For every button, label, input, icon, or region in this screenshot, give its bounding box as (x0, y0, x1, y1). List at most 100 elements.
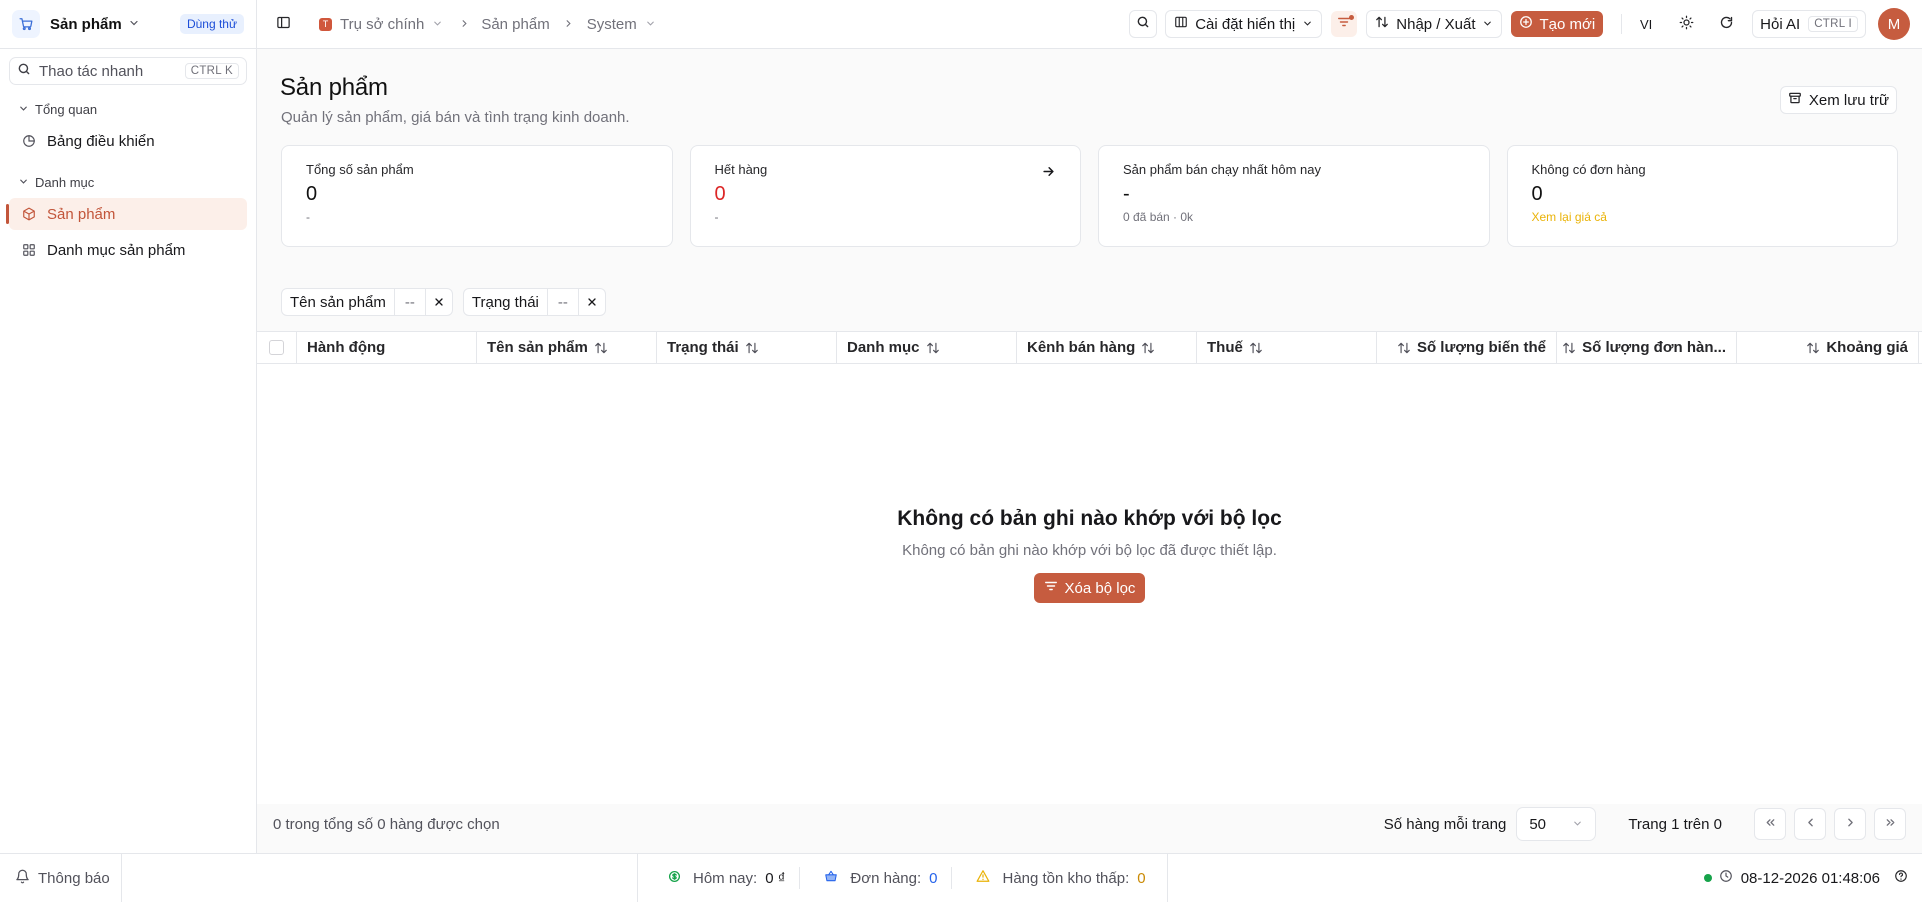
trial-badge[interactable]: Dùng thử (179, 14, 244, 34)
basket-icon (824, 869, 838, 887)
chevron-right-icon (563, 16, 574, 33)
breadcrumb-view[interactable]: System (587, 16, 637, 33)
filter-value: -- (393, 289, 425, 315)
review-prices-link[interactable]: Xem lại giá cả (1532, 210, 1874, 224)
stat-orders: Đơn hàng: 0 (799, 867, 951, 889)
sort-icon[interactable] (1562, 341, 1576, 355)
column-header-variant-count[interactable]: Số lượng biến thể (1377, 332, 1557, 363)
chevron-right-icon (1844, 816, 1857, 833)
nav-group-catalog[interactable]: Danh mục (0, 171, 256, 193)
sidebar: Sản phẩm Dùng thử Thao tác nhanh CTRL K … (0, 0, 257, 853)
sort-icon[interactable] (1141, 341, 1155, 355)
cart-icon (12, 10, 40, 38)
next-page-button[interactable] (1834, 808, 1866, 840)
sort-icon[interactable] (1249, 341, 1263, 355)
nav-group-overview[interactable]: Tổng quan (0, 98, 256, 120)
active-filters: Tên sản phẩm -- Trạng thái -- (281, 288, 606, 316)
sidebar-item-dashboard[interactable]: Bảng điều khiển (9, 125, 247, 157)
clear-filters-button[interactable]: Xóa bộ lọc (1033, 573, 1146, 603)
search-button[interactable] (1129, 10, 1158, 38)
card-title: Tổng số sản phẩm (306, 162, 414, 177)
filter-label: Trạng thái (471, 293, 539, 311)
column-header-tax[interactable]: Thuế (1197, 332, 1377, 363)
theme-toggle-button[interactable] (1672, 10, 1700, 38)
sort-icon[interactable] (926, 341, 940, 355)
import-export-button[interactable]: Nhập / Xuất (1366, 10, 1503, 38)
notifications-button[interactable]: Thông báo (0, 854, 122, 902)
search-icon (17, 62, 31, 80)
current-datetime: 08-12-2026 01:48:06 (1740, 869, 1880, 887)
previous-page-button[interactable] (1794, 808, 1826, 840)
ask-ai-label: Hỏi AI (1760, 15, 1801, 33)
breadcrumb: T Trụ sở chính Sản phẩm System (319, 16, 656, 33)
filter-status[interactable]: Trạng thái -- (462, 288, 606, 316)
help-icon[interactable] (1894, 869, 1908, 887)
sort-icon[interactable] (1397, 341, 1411, 355)
app-switcher[interactable]: Sản phẩm Dùng thử (0, 0, 256, 49)
column-label: Số lượng biến thể (1416, 339, 1546, 356)
card-value: 0 (714, 183, 726, 205)
card-value: - (1123, 183, 1130, 205)
nav-group-title: Tổng quan (35, 101, 98, 117)
column-header-order-count[interactable]: Số lượng đơn hàn... (1557, 332, 1737, 363)
close-icon[interactable] (424, 289, 452, 315)
first-page-button[interactable] (1754, 808, 1786, 840)
sort-icon[interactable] (745, 341, 759, 355)
sort-icon[interactable] (1806, 341, 1820, 355)
breadcrumb-section[interactable]: Sản phẩm (481, 16, 549, 33)
column-header-status[interactable]: Trạng thái (657, 332, 837, 363)
dashboard-icon (22, 134, 38, 148)
column-header-sales-channel[interactable]: Kênh bán hàng (1017, 332, 1197, 363)
sort-icon[interactable] (594, 341, 608, 355)
arrow-right-icon[interactable] (1041, 164, 1056, 183)
nav-group-title: Danh mục (35, 174, 95, 190)
column-label: Hành động (307, 339, 386, 356)
stat-card-out-of-stock[interactable]: Hết hàng 0 - (689, 145, 1081, 247)
table-header: Hành động Tên sản phẩm Trạng thái Danh m… (257, 332, 1922, 364)
breadcrumb-org[interactable]: Trụ sở chính (340, 16, 424, 33)
rows-per-page-select[interactable]: 50 (1516, 807, 1597, 841)
chevron-down-icon[interactable] (432, 16, 443, 33)
display-settings-button[interactable]: Cài đặt hiển thị (1165, 10, 1323, 38)
column-label: Danh mục (847, 339, 920, 356)
sidebar-item-product-categories[interactable]: Danh mục sản phẩm (9, 234, 247, 266)
rows-per-page-value: 50 (1529, 815, 1547, 833)
user-avatar[interactable]: M (1878, 8, 1910, 40)
org-avatar: T (319, 17, 332, 31)
empty-state-subtitle: Không có bản ghi nào khớp với bộ lọc đã … (902, 542, 1277, 559)
view-archive-button[interactable]: Xem lưu trữ (1779, 86, 1897, 114)
toggle-sidebar-button[interactable] (269, 10, 297, 38)
rows-per-page-label: Số hàng mỗi trang (1383, 815, 1507, 833)
card-title: Sản phẩm bán chạy nhất hôm nay (1123, 162, 1322, 177)
empty-state: Không có bản ghi nào khớp với bộ lọc Khô… (257, 507, 1922, 603)
column-header-price-range[interactable]: Khoảng giá (1737, 332, 1919, 363)
language-button[interactable]: VI (1632, 10, 1660, 38)
sidebar-item-products[interactable]: Sản phẩm (6, 198, 247, 230)
sun-icon (1679, 15, 1694, 34)
grid-icon (22, 243, 38, 257)
app-name: Sản phẩm (50, 15, 122, 33)
stat-card-no-orders: Không có đơn hàng 0 Xem lại giá cả (1506, 145, 1898, 247)
last-page-button[interactable] (1874, 808, 1906, 840)
select-all-checkbox[interactable] (269, 340, 284, 355)
refresh-button[interactable] (1712, 10, 1740, 38)
ask-ai-button[interactable]: Hỏi AI CTRL I (1752, 10, 1866, 38)
stat-label: Hôm nay: (693, 869, 758, 887)
create-new-button[interactable]: Tạo mới (1511, 11, 1604, 37)
filter-product-name[interactable]: Tên sản phẩm -- (281, 288, 453, 316)
card-foot: - (714, 210, 719, 224)
stat-value: 0 (929, 869, 938, 887)
page-navigation (1754, 808, 1906, 840)
column-label: Tên sản phẩm (487, 339, 588, 356)
close-icon[interactable] (577, 289, 605, 315)
card-value: 0 (306, 183, 318, 205)
stat-low-stock: Hàng tồn kho thấp: 0 (951, 867, 1159, 889)
stat-value: 0 (1137, 869, 1146, 887)
column-header-product-name[interactable]: Tên sản phẩm (477, 332, 657, 363)
column-label: Kênh bán hàng (1027, 339, 1136, 356)
chevron-down-icon[interactable] (645, 16, 656, 33)
quick-action-search[interactable]: Thao tác nhanh CTRL K (9, 57, 247, 85)
column-header-category[interactable]: Danh mục (837, 332, 1017, 363)
box-icon (22, 207, 38, 221)
filter-toggle-button[interactable] (1331, 11, 1358, 37)
